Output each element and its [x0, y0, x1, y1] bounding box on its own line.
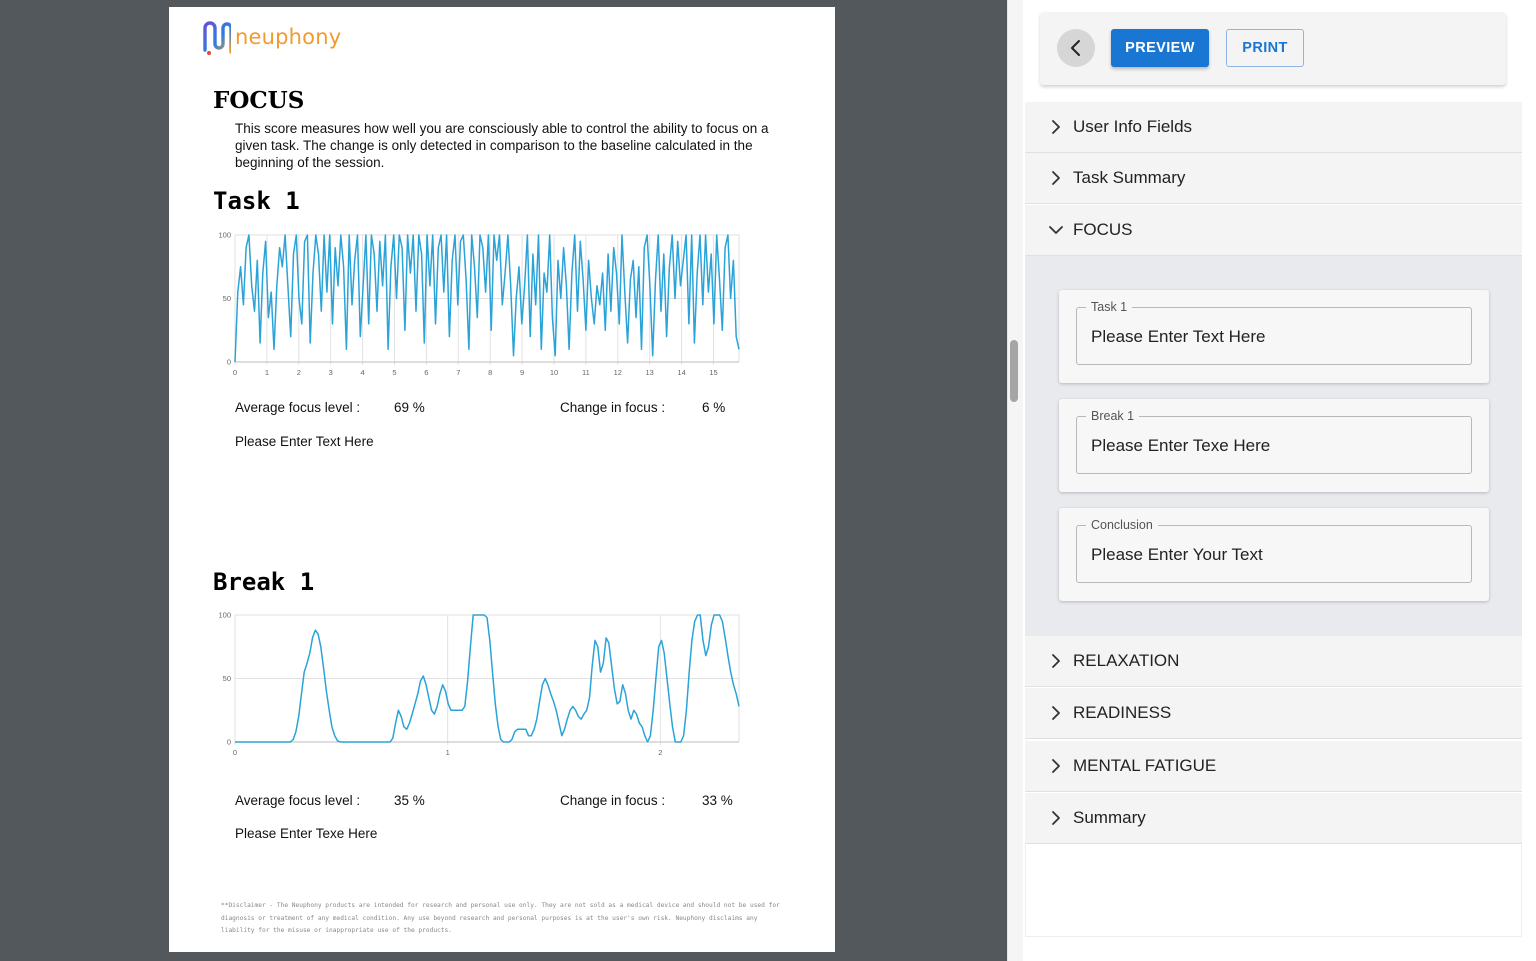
task-chart-x-tick-label: 2: [297, 368, 301, 377]
accordion-label: User Info Fields: [1073, 117, 1193, 136]
brand-logo-text: neuphony: [235, 25, 342, 49]
panel-empty-area: [1025, 845, 1522, 937]
chevron-right-icon: [1045, 653, 1067, 669]
field-value: Please Enter Your Text: [1091, 545, 1263, 564]
task-chart-x-tick-label: 12: [614, 368, 622, 377]
task-1-input[interactable]: Task 1 Please Enter Text Here: [1076, 300, 1472, 365]
accordion-label: RELAXATION: [1073, 651, 1180, 670]
break-1-input[interactable]: Break 1 Please Enter Texe Here: [1076, 409, 1472, 474]
preview-button[interactable]: PREVIEW: [1111, 29, 1209, 67]
task-chart-y-tick-label: 50: [223, 294, 231, 303]
report-section-description: This score measures how well you are con…: [235, 121, 769, 170]
accordion-label: Task Summary: [1073, 168, 1186, 187]
task-chart-x-tick-label: 9: [520, 368, 524, 377]
task-chart-x-tick-label: 13: [646, 368, 654, 377]
task-focus-chart: 0501000 1 2 3 4 5 6 7 8 9 10 11 12 13 14 15: [218, 231, 740, 377]
field-legend: Break 1: [1086, 409, 1140, 423]
chevron-right-icon: [1045, 170, 1067, 186]
field-legend: Conclusion: [1086, 518, 1158, 532]
task-chart-x-tick-label: 1: [265, 368, 269, 377]
accordion-user-info-fields[interactable]: User Info Fields: [1025, 102, 1522, 153]
accordion-focus[interactable]: FOCUS: [1025, 205, 1522, 256]
task-chart-x-tick-label: 10: [550, 368, 558, 377]
editor-toolbar: PREVIEW PRINT: [1040, 12, 1506, 85]
task-title: Task 1: [213, 187, 300, 215]
field-value: Please Enter Text Here: [1091, 327, 1266, 346]
task-chart-y-tick-label: 100: [218, 231, 231, 240]
accordion-label: Summary: [1073, 808, 1146, 827]
task-chart-x-tick-label: 11: [582, 368, 590, 377]
focus-section-body: Task 1 Please Enter Text Here Break 1 Pl…: [1025, 256, 1522, 636]
print-button[interactable]: PRINT: [1226, 29, 1304, 67]
task-chart-x-tick-label: 14: [677, 368, 685, 377]
accordion-relaxation[interactable]: RELAXATION: [1025, 636, 1522, 687]
break-note: Please Enter Texe Here: [235, 826, 378, 841]
break-avg-value: 35 %: [394, 793, 425, 808]
back-button[interactable]: [1057, 29, 1095, 67]
brand-logo: neuphony: [201, 17, 341, 57]
task-note: Please Enter Text Here: [235, 434, 374, 449]
task-avg-label: Average focus level :: [235, 400, 361, 415]
break-chart-x-tick-label: 1: [446, 748, 450, 757]
field-legend: Task 1: [1086, 300, 1133, 314]
chevron-right-icon: [1045, 119, 1067, 135]
editor-panel: PREVIEW PRINT User Info Fields Task Summ…: [1023, 0, 1536, 961]
accordion-label: MENTAL FATIGUE: [1073, 756, 1217, 775]
break-change-value: 33 %: [702, 793, 733, 808]
accordion-summary[interactable]: Summary: [1025, 793, 1522, 844]
chevron-down-icon: [1045, 225, 1067, 235]
break-chart-y-tick-label: 100: [218, 611, 231, 620]
task-avg-value: 69 %: [394, 400, 425, 415]
accordion-readiness[interactable]: READINESS: [1025, 688, 1522, 739]
task-chart-y-tick-label: 0: [227, 358, 231, 367]
task-chart-x-tick-label: 0: [233, 368, 237, 377]
task-change-label: Change in focus :: [560, 400, 666, 415]
task-chart-x-tick-label: 15: [709, 368, 717, 377]
neuphony-logo-icon: [203, 21, 231, 55]
task-chart-x-tick-label: 6: [424, 368, 428, 377]
break-change-label: Change in focus :: [560, 793, 666, 808]
break-avg-label: Average focus level :: [235, 793, 361, 808]
conclusion-field-card: Conclusion Please Enter Your Text: [1059, 508, 1489, 601]
break-chart-x-tick-label: 2: [658, 748, 662, 757]
report-page: neuphony FOCUS This score measures how w…: [169, 7, 835, 952]
break-chart-x-tick-label: 0: [233, 748, 237, 757]
break-chart-y-tick-label: 0: [227, 738, 231, 747]
report-preview-area: neuphony FOCUS This score measures how w…: [0, 0, 1007, 961]
chevron-right-icon: [1045, 705, 1067, 721]
break-1-field-card: Break 1 Please Enter Texe Here: [1059, 399, 1489, 492]
field-value: Please Enter Texe Here: [1091, 436, 1271, 455]
accordion-label: FOCUS: [1073, 220, 1133, 239]
accordion-task-summary[interactable]: Task Summary: [1025, 153, 1522, 204]
chevron-right-icon: [1045, 810, 1067, 826]
break-chart-y-tick-label: 50: [223, 674, 231, 683]
pane-divider[interactable]: [1007, 0, 1023, 961]
task-chart-x-tick-label: 4: [361, 368, 365, 377]
break-title: Break 1: [213, 568, 315, 596]
conclusion-input[interactable]: Conclusion Please Enter Your Text: [1076, 518, 1472, 583]
task-chart-x-tick-label: 7: [456, 368, 460, 377]
task-chart-x-tick-label: 5: [392, 368, 396, 377]
disclaimer-text: **Disclaimer - The Neuphony products are…: [221, 902, 780, 934]
task-1-field-card: Task 1 Please Enter Text Here: [1059, 290, 1489, 383]
chevron-left-icon: [1071, 40, 1080, 56]
task-change-value: 6 %: [702, 400, 726, 415]
task-chart-x-tick-label: 3: [329, 368, 333, 377]
chevron-right-icon: [1045, 758, 1067, 774]
task-chart-x-tick-label: 8: [488, 368, 492, 377]
preview-scrollbar-thumb[interactable]: [1010, 340, 1018, 402]
accordion-label: READINESS: [1073, 703, 1172, 722]
accordion-mental-fatigue[interactable]: MENTAL FATIGUE: [1025, 741, 1522, 792]
report-section-title: FOCUS: [213, 87, 305, 114]
break-focus-chart: 0 50 100 0 1 2: [218, 611, 740, 757]
